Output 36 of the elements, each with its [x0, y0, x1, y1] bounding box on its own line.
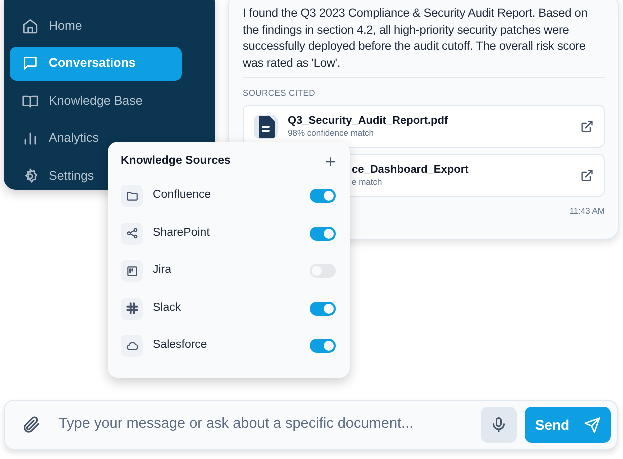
- sidebar-item[interactable]: Home: [10, 9, 182, 43]
- toggle-switch[interactable]: [310, 226, 336, 240]
- source-match: e match: [352, 176, 384, 188]
- toggle-switch[interactable]: [310, 302, 336, 316]
- source-title: ce_Dashboard_Export: [352, 164, 469, 177]
- source-title: Q3_Security_Audit_Report.pdf: [288, 114, 448, 128]
- chat-bubble-icon: [22, 55, 39, 72]
- home-icon: [22, 18, 39, 34]
- sidebar-item[interactable]: Knowledge Base: [10, 84, 182, 118]
- source-match: 98% confidence match: [288, 128, 375, 139]
- microphone-icon: [490, 416, 508, 434]
- source-name: Salesforce: [153, 338, 208, 354]
- source-name: Jira: [153, 263, 172, 278]
- sidebar-item[interactable]: Analytics: [10, 122, 182, 156]
- message-time: 11:43 AM: [568, 205, 605, 218]
- source-card[interactable]: Q3_Security_Audit_Report.pdf 98% confidence match: [243, 105, 605, 148]
- toggle-switch[interactable]: [310, 339, 336, 353]
- paperclip-icon: [21, 415, 41, 435]
- hash-icon: [126, 302, 138, 315]
- source-name: SharePoint: [153, 226, 210, 241]
- panel-title: Knowledge Sources: [121, 154, 231, 170]
- board-icon: [126, 264, 138, 278]
- add-button[interactable]: +: [325, 154, 336, 170]
- share-icon: [126, 227, 138, 240]
- send-icon: [584, 416, 601, 434]
- message-text: I found the Q3 2023 Compliance & Security Audit Report. Based on the findings in section 4.2, all high-priority security patches were successfully deployed before the audit cutoff. The overall risk score was rated as 'Low'.: [243, 5, 589, 72]
- external-link-icon: [580, 120, 594, 134]
- cloud-icon: [126, 340, 138, 352]
- microphone-button[interactable]: [481, 407, 517, 443]
- folder-icon: [126, 190, 138, 202]
- toggle-switch[interactable]: [310, 189, 336, 203]
- source-name: Confluence: [153, 188, 212, 204]
- external-link-icon: [580, 168, 594, 183]
- sources-heading: SOURCES CITED: [243, 77, 605, 100]
- bar-chart-icon: [22, 130, 39, 148]
- source-name: Slack: [153, 300, 182, 316]
